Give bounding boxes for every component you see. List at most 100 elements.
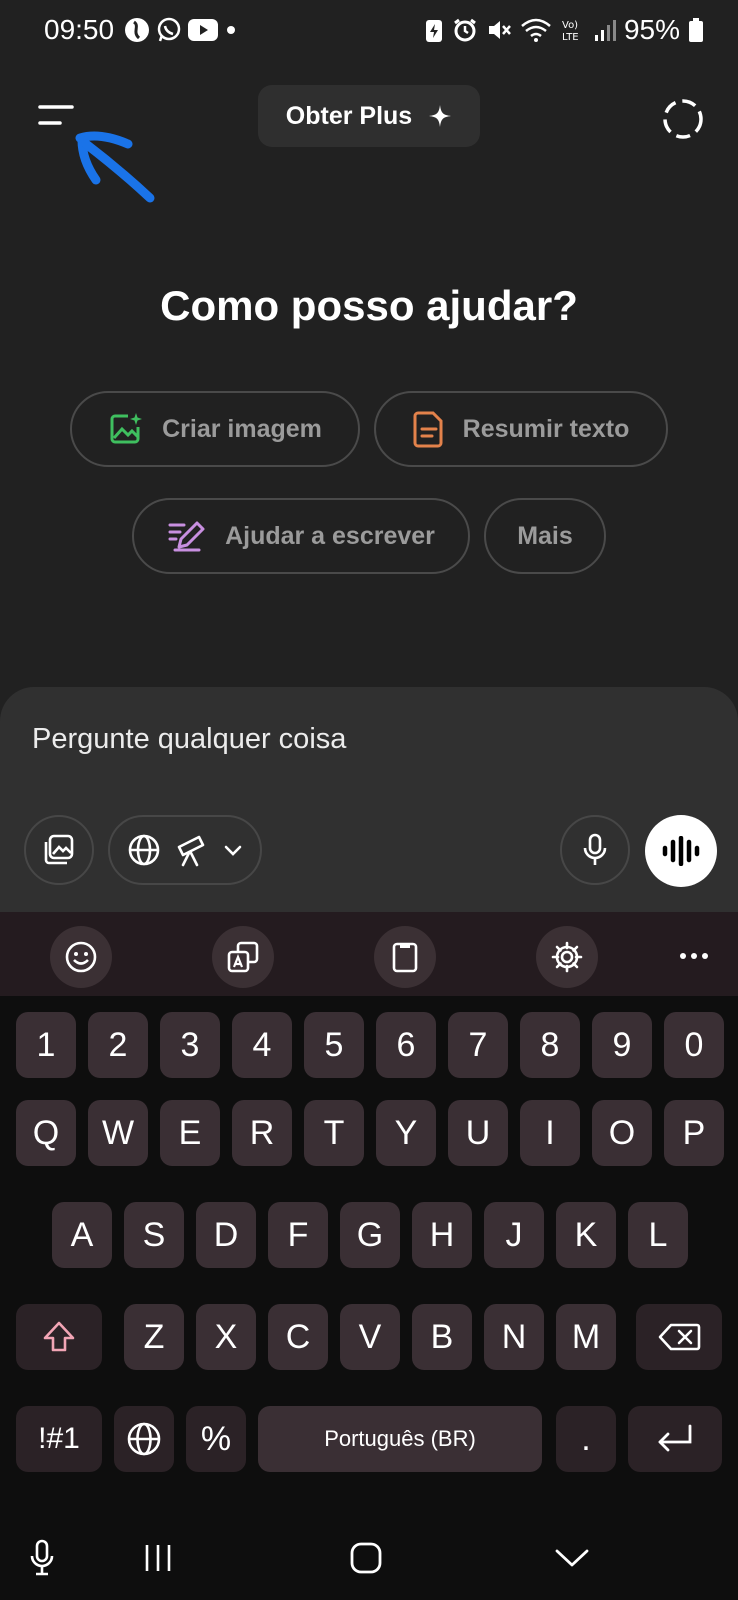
chevron-down-icon <box>224 845 242 856</box>
key-a[interactable]: A <box>52 1202 112 1268</box>
shift-key[interactable] <box>16 1304 102 1370</box>
emoji-button[interactable] <box>50 926 112 988</box>
more-icon <box>680 953 708 959</box>
telescope-icon <box>177 835 205 867</box>
alarm-icon <box>452 17 478 43</box>
key-k[interactable]: K <box>556 1202 616 1268</box>
keyboard-toolbar <box>0 912 738 996</box>
key-g[interactable]: G <box>340 1202 400 1268</box>
page-title: Como posso ajudar? <box>160 282 578 329</box>
key-4[interactable]: 4 <box>232 1012 292 1078</box>
signal-icon <box>594 18 616 42</box>
backspace-key[interactable] <box>636 1304 722 1370</box>
key-0[interactable]: 0 <box>664 1012 724 1078</box>
gear-icon <box>551 941 583 973</box>
get-plus-label: Obter Plus <box>285 101 413 130</box>
key-1[interactable]: 1 <box>16 1012 76 1078</box>
suggestion-create-image[interactable]: Criar imagem <box>70 391 360 467</box>
youtube-icon <box>188 19 218 41</box>
key-o[interactable]: O <box>592 1100 652 1166</box>
svg-text:LTE: LTE <box>562 32 579 43</box>
key-r[interactable]: R <box>232 1100 292 1166</box>
dictation-button[interactable] <box>560 815 630 885</box>
chevron-down-icon <box>555 1549 589 1567</box>
space-key[interactable]: Português (BR) <box>258 1406 542 1472</box>
key-i[interactable]: I <box>520 1100 580 1166</box>
microphone-icon <box>583 833 607 865</box>
key-v[interactable]: V <box>340 1304 400 1370</box>
image-sparkle-icon <box>110 413 143 444</box>
key-7[interactable]: 7 <box>448 1012 508 1078</box>
key-j[interactable]: J <box>484 1202 544 1268</box>
key-z[interactable]: Z <box>124 1304 184 1370</box>
temporary-chat-button[interactable] <box>656 92 710 146</box>
status-time: 09:50 <box>44 14 115 45</box>
keyboard-settings-button[interactable] <box>536 926 598 988</box>
key-q[interactable]: Q <box>16 1100 76 1166</box>
key-t[interactable]: T <box>304 1100 364 1166</box>
key-9[interactable]: 9 <box>592 1012 652 1078</box>
translate-icon <box>227 941 259 973</box>
suggestion-label: Criar imagem <box>162 414 322 443</box>
sparkle-icon <box>429 105 452 127</box>
translate-button[interactable] <box>212 926 274 988</box>
annotation-arrow-icon <box>75 131 155 203</box>
key-h[interactable]: H <box>412 1202 472 1268</box>
key-8[interactable]: 8 <box>520 1012 580 1078</box>
volte-icon: Vo) LTE <box>560 17 586 43</box>
key-p[interactable]: P <box>664 1100 724 1166</box>
suggestion-label: Ajudar a escrever <box>225 521 435 550</box>
voice-mode-button[interactable] <box>645 815 717 887</box>
language-key[interactable] <box>114 1406 174 1472</box>
key-n[interactable]: N <box>484 1304 544 1370</box>
key-l[interactable]: L <box>628 1202 688 1268</box>
home-icon <box>350 1542 382 1574</box>
key-f[interactable]: F <box>268 1202 328 1268</box>
enter-key[interactable] <box>628 1406 722 1472</box>
home-button[interactable] <box>336 1534 396 1582</box>
recent-apps-button[interactable] <box>128 1534 188 1582</box>
key-m[interactable]: M <box>556 1304 616 1370</box>
notification-dot-icon <box>224 23 238 37</box>
key-d[interactable]: D <box>196 1202 256 1268</box>
key-6[interactable]: 6 <box>376 1012 436 1078</box>
enter-icon <box>658 1424 692 1452</box>
period-key[interactable]: . <box>556 1406 616 1472</box>
get-plus-button[interactable]: Obter Plus <box>258 85 480 147</box>
wifi-icon <box>520 17 552 43</box>
app-notification-icon <box>124 17 150 43</box>
suggestion-label: Resumir texto <box>462 414 630 443</box>
more-options-button[interactable] <box>672 936 716 976</box>
suggestion-more[interactable]: Mais <box>484 498 606 574</box>
document-icon <box>413 411 443 448</box>
hide-keyboard-button[interactable] <box>542 1534 602 1582</box>
composer: Pergunte qualquer coisa <box>0 687 738 912</box>
photo-attach-icon <box>44 834 74 865</box>
key-y[interactable]: Y <box>376 1100 436 1166</box>
key-u[interactable]: U <box>448 1100 508 1166</box>
shift-icon <box>43 1321 75 1352</box>
key-c[interactable]: C <box>268 1304 328 1370</box>
percent-key[interactable]: % <box>186 1406 246 1472</box>
key-5[interactable]: 5 <box>304 1012 364 1078</box>
key-x[interactable]: X <box>196 1304 256 1370</box>
key-b[interactable]: B <box>412 1304 472 1370</box>
key-s[interactable]: S <box>124 1202 184 1268</box>
microphone-icon <box>30 1539 54 1576</box>
attach-button[interactable] <box>24 815 94 885</box>
key-w[interactable]: W <box>88 1100 148 1166</box>
pen-icon <box>168 521 205 552</box>
suggestion-summarize-text[interactable]: Resumir texto <box>374 391 668 467</box>
keyboard-voice-button[interactable] <box>12 1534 72 1582</box>
clipboard-button[interactable] <box>374 926 436 988</box>
whatsapp-icon <box>156 17 182 43</box>
key-2[interactable]: 2 <box>88 1012 148 1078</box>
key-3[interactable]: 3 <box>160 1012 220 1078</box>
symbols-key[interactable]: !#1 <box>16 1406 102 1472</box>
message-input[interactable]: Pergunte qualquer coisa <box>32 723 346 756</box>
suggestion-help-write[interactable]: Ajudar a escrever <box>132 498 470 574</box>
suggestion-label: Mais <box>517 521 573 550</box>
tools-button[interactable] <box>108 815 262 885</box>
svg-text:Vo): Vo) <box>562 20 578 31</box>
key-e[interactable]: E <box>160 1100 220 1166</box>
